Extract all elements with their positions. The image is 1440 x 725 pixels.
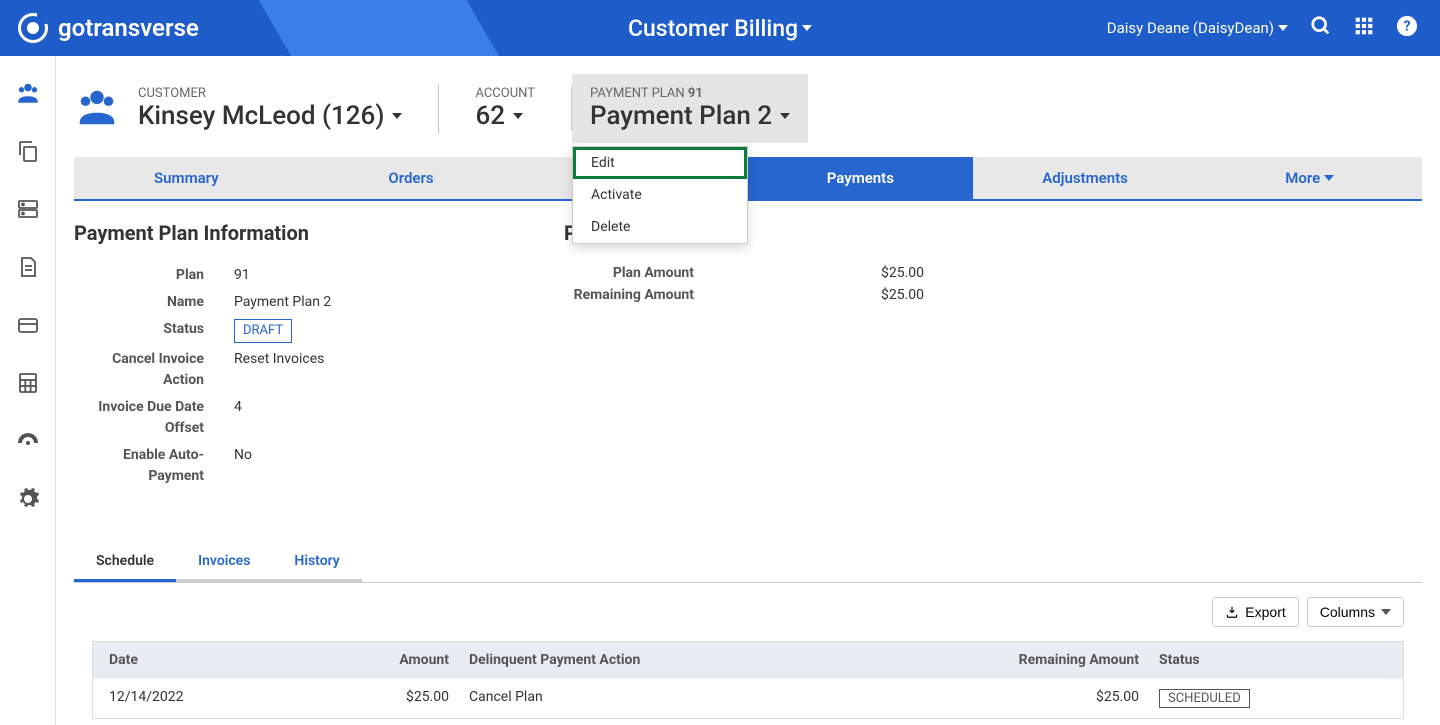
- table-header: Date Amount Delinquent Payment Action Re…: [93, 642, 1403, 678]
- cell-remaining: $25.00: [989, 689, 1139, 708]
- rail-document-icon[interactable]: [0, 238, 55, 296]
- table-row[interactable]: 12/14/2022 $25.00 Cancel Plan $25.00 SCH…: [93, 678, 1403, 718]
- chevron-down-icon: [513, 113, 523, 119]
- sub-tab-schedule[interactable]: Schedule: [74, 543, 176, 582]
- cancel-action-label: Cancel Invoice Action: [74, 349, 234, 391]
- context-account-value: 62: [475, 101, 505, 131]
- context-plan-block: PAYMENT PLAN 91 Payment Plan 2 Edit Acti…: [572, 74, 808, 143]
- content-area: CUSTOMER Kinsey McLeod (126) ACCOUNT 62: [56, 56, 1440, 725]
- name-value: Payment Plan 2: [234, 292, 331, 313]
- cell-status: SCHEDULED: [1139, 689, 1387, 708]
- sidebar-rail: [0, 56, 56, 725]
- cell-date: 12/14/2022: [109, 689, 369, 708]
- cancel-action-value: Reset Invoices: [234, 349, 324, 391]
- context-account-label: ACCOUNT: [475, 86, 535, 101]
- brand[interactable]: gotransverse: [0, 13, 199, 43]
- chevron-down-icon: [802, 25, 812, 31]
- apps-grid-icon[interactable]: [1354, 16, 1374, 40]
- svg-text:?: ?: [1404, 19, 1411, 35]
- chevron-down-icon: [780, 113, 790, 119]
- header-amount[interactable]: Amount: [369, 652, 449, 668]
- sub-tab-invoices[interactable]: Invoices: [176, 543, 272, 582]
- header-title-text: Customer Billing: [628, 15, 798, 42]
- rail-settings-icon[interactable]: [0, 470, 55, 528]
- dropdown-item-activate[interactable]: Activate: [573, 179, 747, 211]
- plan-label: Plan: [74, 265, 234, 286]
- context-customer-label: CUSTOMER: [138, 86, 402, 101]
- rail-customers-icon[interactable]: [0, 64, 55, 122]
- status-label: Status: [74, 319, 234, 343]
- user-menu[interactable]: Daisy Deane (DaisyDean): [1107, 19, 1288, 37]
- table-toolbar: Export Columns: [56, 583, 1440, 635]
- auto-payment-label: Enable Auto-Payment: [74, 445, 234, 487]
- auto-payment-value: No: [234, 445, 252, 487]
- status-badge: DRAFT: [234, 319, 292, 343]
- header-action[interactable]: Delinquent Payment Action: [449, 652, 989, 668]
- plan-amount-value: $25.00: [724, 265, 924, 281]
- header-status[interactable]: Status: [1139, 652, 1387, 668]
- remaining-amount-value: $25.00: [724, 287, 924, 303]
- due-offset-value: 4: [234, 397, 242, 439]
- customers-icon: [74, 84, 120, 134]
- rail-copy-icon[interactable]: [0, 122, 55, 180]
- plan-amount-label: Plan Amount: [564, 265, 724, 281]
- info-area: Payment Plan Information Plan91 NamePaym…: [56, 201, 1440, 503]
- plan-value: 91: [234, 265, 250, 286]
- context-customer-name: Kinsey McLeod (126): [138, 101, 384, 131]
- tab-summary[interactable]: Summary: [74, 157, 299, 199]
- name-label: Name: [74, 292, 234, 313]
- top-header: gotransverse Customer Billing Daisy Dean…: [0, 0, 1440, 56]
- header-date[interactable]: Date: [109, 652, 369, 668]
- columns-button[interactable]: Columns: [1307, 597, 1404, 627]
- search-icon[interactable]: [1310, 15, 1332, 41]
- sub-tabs: Schedule Invoices History: [74, 543, 1422, 583]
- rail-card-icon[interactable]: [0, 296, 55, 354]
- rail-dashboard-icon[interactable]: [0, 412, 55, 470]
- chevron-down-icon: [1381, 609, 1391, 615]
- main-tabs: Summary Orders Services Payments Adjustm…: [74, 157, 1422, 201]
- context-customer-block: CUSTOMER Kinsey McLeod (126): [74, 84, 439, 134]
- context-bar: CUSTOMER Kinsey McLeod (126) ACCOUNT 62: [56, 56, 1440, 157]
- export-button[interactable]: Export: [1212, 597, 1298, 627]
- cell-amount: $25.00: [369, 689, 449, 708]
- dropdown-item-edit[interactable]: Edit: [573, 147, 747, 179]
- tab-payments[interactable]: Payments: [748, 157, 973, 199]
- sub-tab-history[interactable]: History: [272, 543, 361, 582]
- chevron-down-icon: [392, 113, 402, 119]
- tab-orders[interactable]: Orders: [299, 157, 524, 199]
- user-name: Daisy Deane (DaisyDean): [1107, 19, 1274, 37]
- brand-text: gotransverse: [58, 14, 199, 42]
- tab-more[interactable]: More: [1197, 157, 1422, 199]
- rail-calculator-icon[interactable]: [0, 354, 55, 412]
- brand-icon: [18, 13, 48, 43]
- status-badge-scheduled: SCHEDULED: [1159, 689, 1250, 708]
- context-account-dropdown[interactable]: 62: [475, 101, 535, 131]
- download-icon: [1225, 605, 1239, 619]
- dropdown-item-delete[interactable]: Delete: [573, 211, 747, 243]
- context-plan-name: Payment Plan 2: [590, 101, 772, 131]
- context-account-block: ACCOUNT 62: [439, 86, 572, 131]
- plan-dropdown-menu: Edit Activate Delete: [572, 146, 748, 244]
- plan-info-section: Payment Plan Information Plan91 NamePaym…: [74, 221, 504, 493]
- context-customer-dropdown[interactable]: Kinsey McLeod (126): [138, 101, 402, 131]
- cell-action: Cancel Plan: [449, 689, 989, 708]
- remaining-amount-label: Remaining Amount: [564, 287, 724, 303]
- header-title-dropdown[interactable]: Customer Billing: [628, 15, 812, 42]
- tab-adjustments[interactable]: Adjustments: [973, 157, 1198, 199]
- header-right: Daisy Deane (DaisyDean) ?: [1107, 15, 1440, 41]
- chevron-down-icon: [1324, 175, 1334, 181]
- plan-summary-section: Payment Plan Amount$25.00 Remaining Amou…: [564, 221, 944, 493]
- schedule-table: Date Amount Delinquent Payment Action Re…: [92, 641, 1404, 719]
- chevron-down-icon: [1278, 25, 1288, 31]
- due-offset-label: Invoice Due Date Offset: [74, 397, 234, 439]
- rail-server-icon[interactable]: [0, 180, 55, 238]
- context-plan-label: PAYMENT PLAN 91: [590, 86, 790, 101]
- plan-info-title: Payment Plan Information: [74, 221, 504, 245]
- header-remaining[interactable]: Remaining Amount: [989, 652, 1139, 668]
- context-plan-dropdown[interactable]: Payment Plan 2: [590, 101, 790, 131]
- help-icon[interactable]: ?: [1396, 15, 1418, 41]
- main-wrap: CUSTOMER Kinsey McLeod (126) ACCOUNT 62: [0, 56, 1440, 725]
